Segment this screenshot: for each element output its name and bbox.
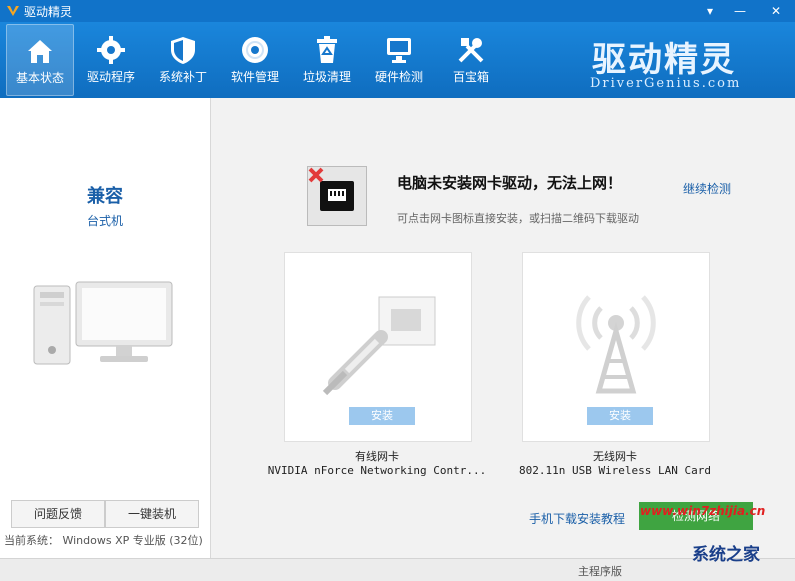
main-toolbar: 基本状态 驱动程序 系统补丁 软件管理 垃圾清理 硬件检测 百宝箱 驱动精灵 D… — [0, 22, 795, 98]
nav-cleanup[interactable]: 垃圾清理 — [294, 24, 360, 94]
nav-label: 硬件检测 — [374, 70, 423, 84]
wired-nic-card[interactable]: 安装 — [284, 252, 472, 442]
sidebar: 兼容 台式机 问题反馈 一键装机 — [0, 98, 211, 558]
nav-label: 系统补丁 — [158, 70, 207, 84]
tools-icon — [458, 38, 484, 63]
nav-label: 基本状态 — [15, 71, 64, 85]
wired-nic-name: 有线网卡 — [355, 450, 399, 463]
window-title: 驱动精灵 — [24, 5, 73, 19]
feedback-button[interactable]: 问题反馈 — [11, 500, 105, 528]
install-wired-button[interactable]: 安装 — [349, 407, 415, 425]
nav-label: 百宝箱 — [452, 70, 489, 84]
shield-icon — [171, 37, 195, 64]
wireless-tower-icon — [576, 295, 656, 394]
trash-icon — [317, 36, 337, 63]
nav-label: 垃圾清理 — [302, 70, 351, 84]
brand-name: 驱动精灵 — [592, 40, 736, 80]
minimize-button[interactable]: — — [730, 2, 750, 20]
network-error-icon — [307, 166, 367, 226]
nav-software[interactable]: 软件管理 — [222, 24, 288, 94]
watermark-site: 系统之家 — [692, 545, 760, 565]
wired-nic-device: NVIDIA nForce Networking Contr... — [267, 464, 487, 477]
nav-patches[interactable]: 系统补丁 — [150, 24, 216, 94]
desktop-computer-icon — [33, 281, 173, 365]
pc-type: 台式机 — [86, 214, 123, 228]
wireless-nic-device: 802.11n USB Wireless LAN Card — [518, 464, 712, 477]
nav-basic-status[interactable]: 基本状态 — [6, 24, 74, 96]
brand-logo: 驱动精灵 DriverGenius.com — [588, 32, 768, 98]
alert-subtitle: 可点击网卡图标直接安装，或扫描二维码下载驱动 — [397, 212, 639, 225]
nav-toolbox[interactable]: 百宝箱 — [438, 24, 504, 94]
nav-hardware[interactable]: 硬件检测 — [366, 24, 432, 94]
close-button[interactable]: ✕ — [766, 2, 786, 20]
one-click-install-button[interactable]: 一键装机 — [105, 500, 199, 528]
main-panel: 电脑未安装网卡驱动，无法上网！ 继续检测 可点击网卡图标直接安装，或扫描二维码下… — [211, 98, 795, 558]
install-wireless-button[interactable]: 安装 — [587, 407, 653, 425]
gear-icon — [97, 36, 125, 64]
app-logo-icon — [7, 6, 19, 16]
nav-label: 驱动程序 — [86, 70, 135, 84]
wireless-nic-card[interactable]: 安装 — [522, 252, 710, 442]
disc-icon — [242, 37, 268, 63]
compat-mode: 兼容 — [87, 186, 123, 207]
alert-title: 电脑未安装网卡驱动，无法上网！ — [397, 174, 623, 192]
menu-dropdown-button[interactable]: ▾ — [700, 2, 720, 20]
nav-drivers[interactable]: 驱动程序 — [78, 24, 144, 94]
current-os: 当前系统： Windows XP 专业版 (32位) — [4, 534, 203, 547]
mobile-tutorial-link[interactable]: 手机下载安装教程 — [529, 510, 625, 527]
monitor-icon — [387, 38, 411, 63]
ethernet-cable-icon — [322, 296, 436, 396]
wireless-nic-name: 无线网卡 — [593, 450, 637, 463]
main-version: 主程序版 — [578, 565, 622, 578]
watermark-url: www.win7zhijia.cn — [640, 504, 766, 518]
status-bar: 主程序版 — [0, 558, 795, 581]
recheck-link[interactable]: 继续检测 — [683, 180, 731, 197]
brand-domain: DriverGenius.com — [590, 76, 742, 91]
title-bar: 驱动精灵 ▾ — ✕ — [0, 0, 795, 22]
home-icon — [28, 40, 52, 63]
nav-label: 软件管理 — [230, 70, 279, 84]
